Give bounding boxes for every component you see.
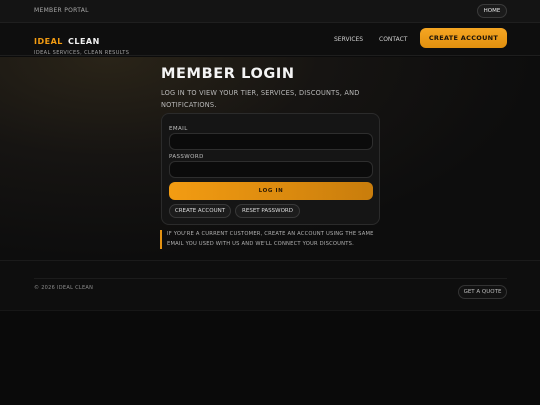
password-label: PASSWORD [169, 154, 204, 160]
brand-logo[interactable]: IDEAL CLEAN IDEAL SERVICES, CLEAN RESULT… [34, 29, 129, 56]
login-button[interactable]: LOG IN [169, 182, 373, 200]
site-footer: © 2026 IDEAL CLEAN GET A QUOTE [0, 261, 540, 311]
brand-name-part1: IDEAL [34, 37, 63, 46]
email-label: EMAIL [169, 126, 188, 132]
page-bottom-area [0, 311, 540, 405]
portal-label: MEMBER PORTAL [34, 7, 89, 14]
create-account-button[interactable]: CREATE ACCOUNT [420, 28, 507, 48]
login-card: EMAIL PASSWORD LOG IN CREATE ACCOUNT RES… [161, 113, 380, 225]
top-utility-bar: MEMBER PORTAL HOME [0, 0, 540, 23]
page-title: MEMBER LOGIN [161, 66, 295, 82]
nav-contact-link[interactable]: CONTACT [379, 36, 407, 43]
brand-tagline: IDEAL SERVICES, CLEAN RESULTS [34, 50, 130, 56]
site-header: IDEAL CLEAN IDEAL SERVICES, CLEAN RESULT… [0, 23, 540, 56]
password-field[interactable] [169, 161, 373, 178]
copyright-text: © 2026 IDEAL CLEAN [34, 285, 94, 291]
page-subtitle: LOG IN TO VIEW YOUR TIER, SERVICES, DISC… [161, 89, 360, 109]
reset-password-button[interactable]: RESET PASSWORD [235, 204, 300, 218]
brand-name-part2: CLEAN [67, 37, 100, 46]
customer-notice: IF YOU'RE A CURRENT CUSTOMER, CREATE AN … [160, 230, 382, 249]
footer-inner-divider [34, 278, 507, 279]
nav-services-link[interactable]: SERVICES [334, 36, 363, 43]
create-account-link-button[interactable]: CREATE ACCOUNT [169, 204, 231, 218]
get-quote-button[interactable]: GET A QUOTE [458, 285, 507, 299]
home-button[interactable]: HOME [477, 4, 507, 18]
email-field[interactable] [169, 133, 373, 150]
